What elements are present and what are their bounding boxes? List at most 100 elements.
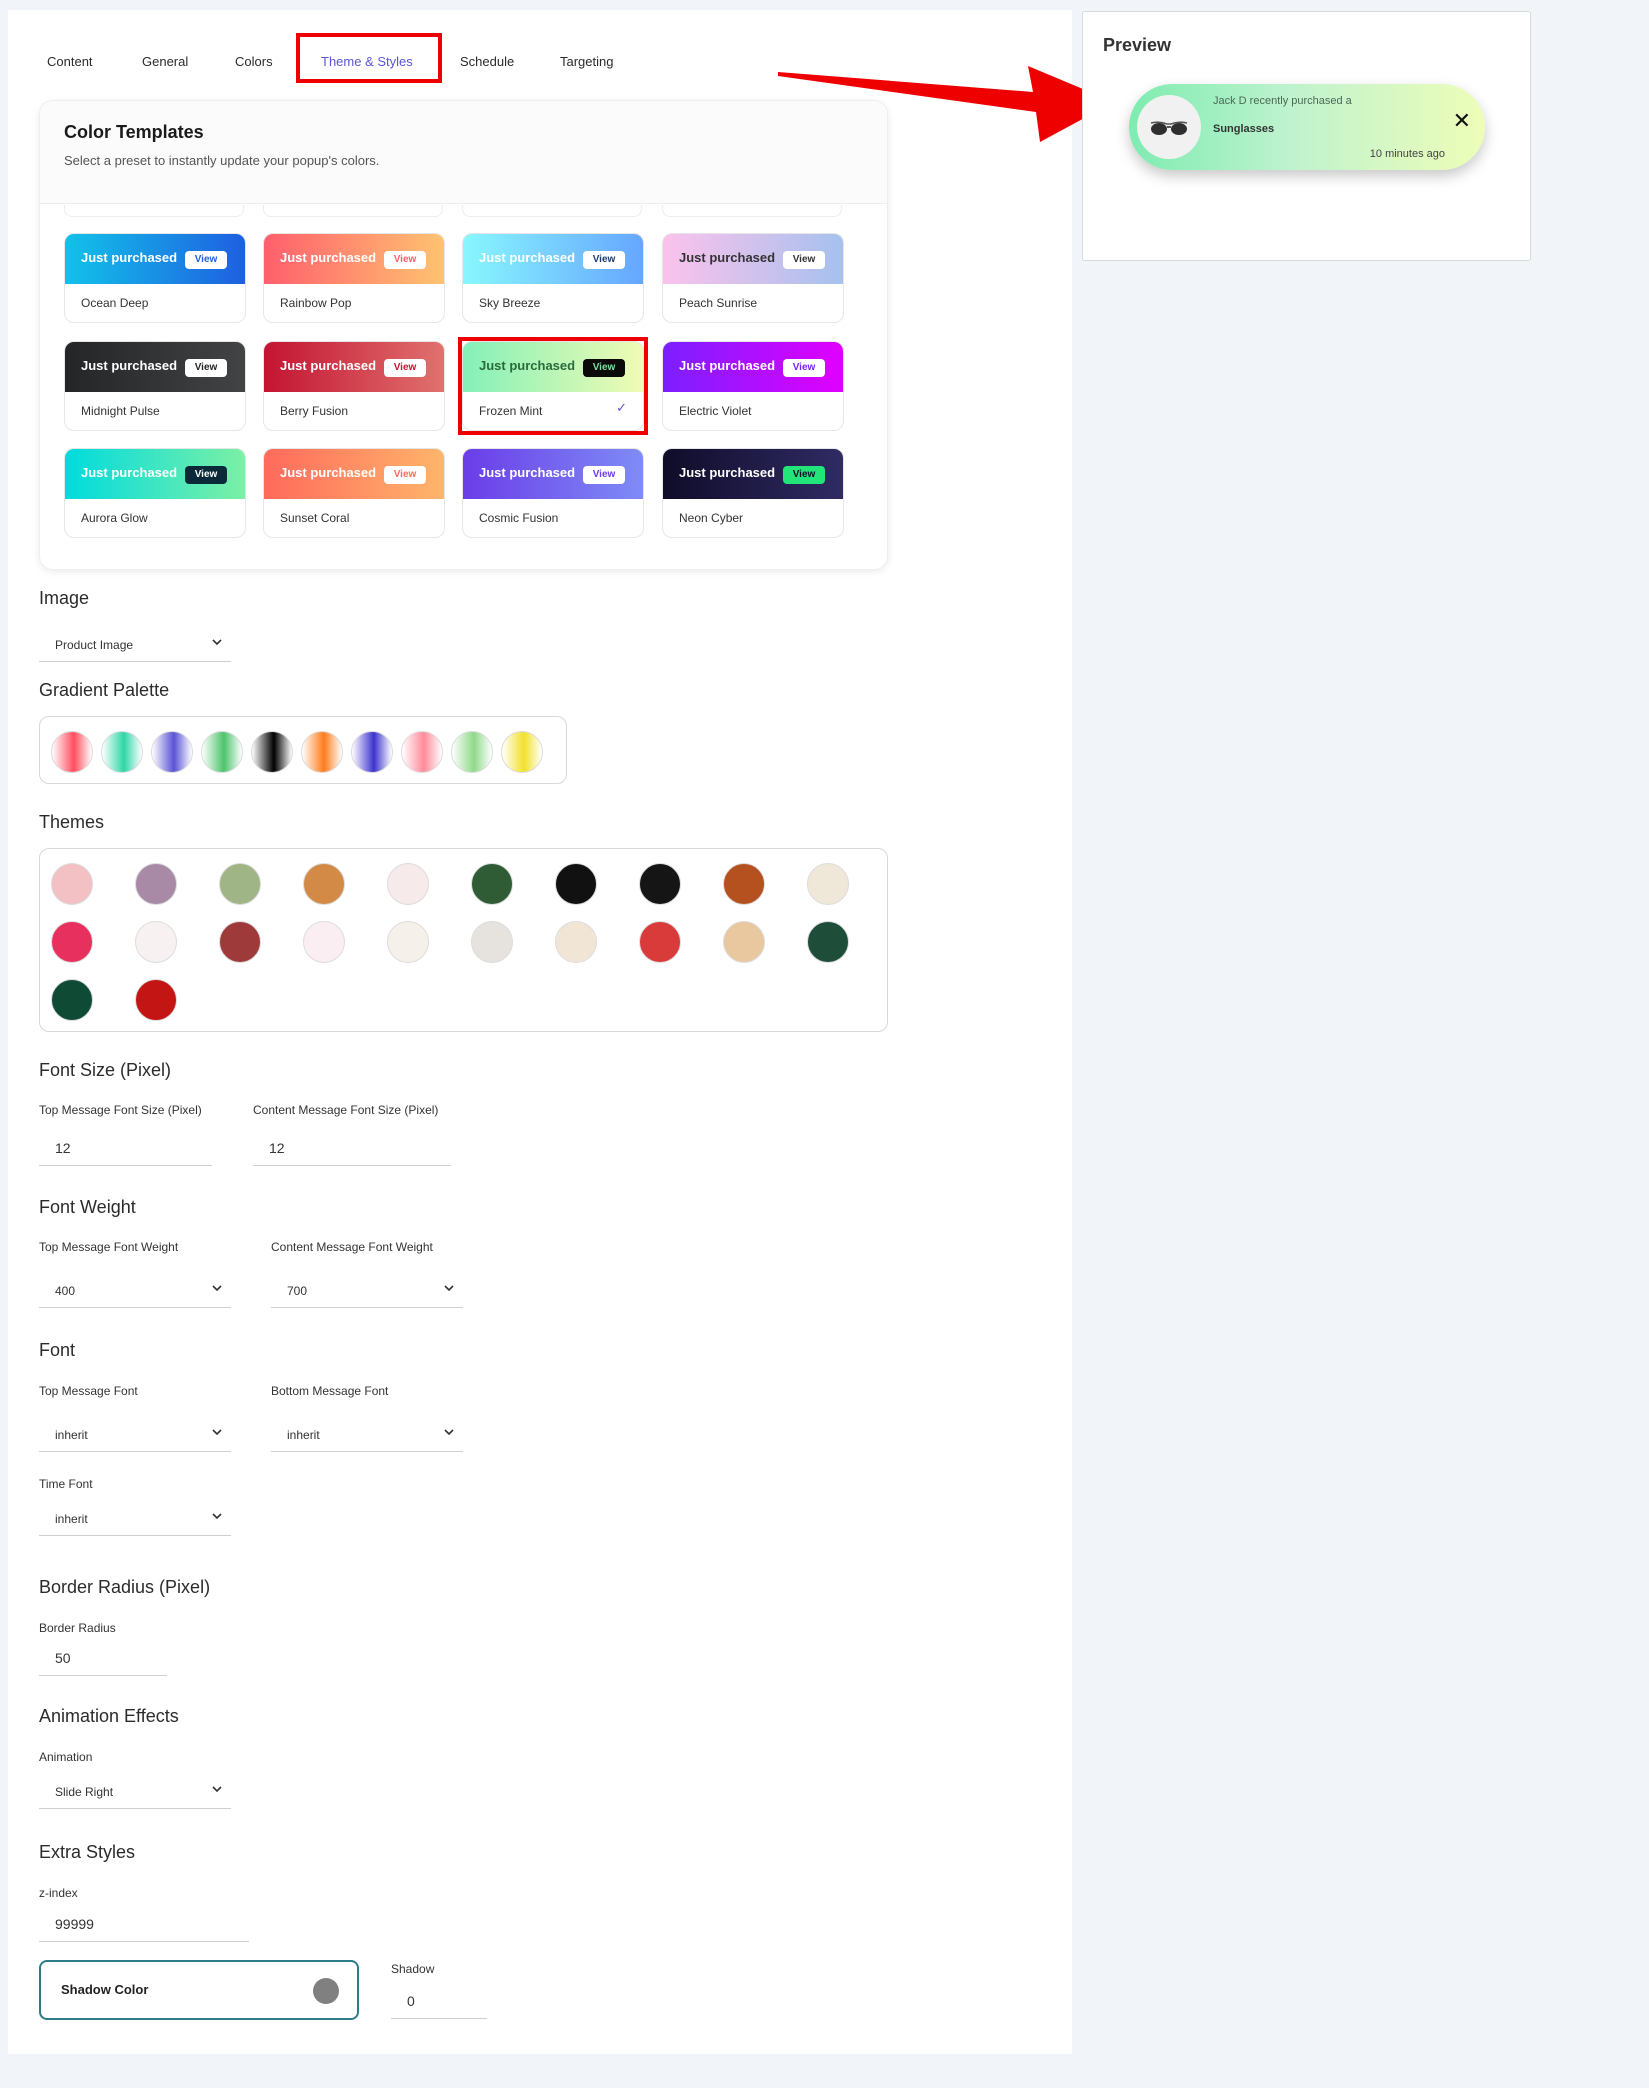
z-index-label: z-index (39, 1886, 78, 1900)
tab-targeting[interactable]: Targeting (560, 54, 613, 69)
plain-red-icon[interactable] (135, 979, 177, 1021)
top-font-size-label: Top Message Font Size (Pixel) (39, 1103, 202, 1117)
template-tile[interactable]: Just purchased View Midnight Pulse (64, 341, 246, 431)
template-tile[interactable]: Just purchased View Neon Cyber (662, 448, 844, 538)
template-view-badge: View (185, 359, 227, 377)
gradient-swatch[interactable] (351, 731, 393, 773)
plain-sage-icon[interactable] (219, 863, 261, 905)
z-index-input[interactable]: 99999 (39, 1906, 249, 1942)
template-view-badge: View (384, 466, 426, 484)
sunglasses-icon (1150, 121, 1188, 135)
animation-select[interactable]: Slide Right (39, 1777, 231, 1809)
content-font-weight-label: Content Message Font Weight (271, 1240, 433, 1254)
template-name: Midnight Pulse (81, 404, 160, 418)
plain-dark-green-icon[interactable] (51, 979, 93, 1021)
popup-time: 10 minutes ago (1369, 148, 1445, 160)
template-tile[interactable]: Just purchased View Sky Breeze (462, 233, 644, 323)
tab-general[interactable]: General (142, 54, 188, 69)
plain-orange-icon[interactable] (303, 863, 345, 905)
top-font-size-value: 12 (55, 1140, 71, 1156)
ornament-red-icon[interactable] (639, 921, 681, 963)
template-name: Berry Fusion (280, 404, 349, 418)
border-radius-input[interactable]: 50 (39, 1640, 167, 1676)
template-name: Peach Sunrise (679, 296, 758, 310)
gradient-palette-heading: Gradient Palette (39, 680, 170, 700)
tab-colors[interactable]: Colors (235, 54, 273, 69)
ghost-icon[interactable] (807, 863, 849, 905)
pattern-pink-icon[interactable] (51, 863, 93, 905)
selected-template-highlight (458, 337, 648, 435)
top-message-font-select[interactable]: inherit (39, 1420, 231, 1452)
geometric-black-icon[interactable] (555, 863, 597, 905)
template-tile[interactable]: Just purchased View Berry Fusion (263, 341, 445, 431)
popup-product-name: Sunglasses (1213, 123, 1275, 135)
tab-content[interactable]: Content (47, 54, 93, 69)
template-tile[interactable]: Just purchased View Sunset Coral (263, 448, 445, 538)
preview-panel: Preview Jack D recently purchased a Sung… (1082, 11, 1531, 261)
gradient-swatch[interactable] (301, 731, 343, 773)
percent-red-icon[interactable] (555, 921, 597, 963)
bottom-message-font-select[interactable]: inherit (271, 1420, 463, 1452)
close-icon[interactable]: ✕ (1453, 110, 1471, 132)
gradient-swatch[interactable] (101, 731, 143, 773)
template-band-text: Just purchased (679, 358, 776, 373)
pumpkin-icon[interactable] (723, 863, 765, 905)
shadow-label: Shadow (391, 1962, 435, 1976)
shadow-input[interactable]: 0 (391, 1983, 487, 2019)
border-radius-label: Border Radius (39, 1621, 116, 1635)
gradient-swatch[interactable] (51, 731, 93, 773)
shadow-color-picker[interactable]: Shadow Color (39, 1960, 359, 2020)
shadow-color-swatch[interactable] (313, 1978, 339, 2004)
gradient-swatch[interactable] (451, 731, 493, 773)
template-view-badge: View (783, 466, 825, 484)
gradient-swatch[interactable] (401, 731, 443, 773)
settings-panel: Content General Colors Theme & Styles Sc… (8, 10, 1072, 2054)
snowflake-white-icon[interactable] (135, 921, 177, 963)
tab-schedule[interactable]: Schedule (460, 54, 514, 69)
sale-stamp-icon[interactable] (387, 863, 429, 905)
template-tile[interactable]: Just purchased View Ocean Deep (64, 233, 246, 323)
extra-styles-heading: Extra Styles (39, 1842, 136, 1862)
color-templates-card: Color Templates Select a preset to insta… (39, 100, 888, 570)
template-band-text: Just purchased (280, 358, 377, 373)
popup-top-message: Jack D recently purchased a (1213, 95, 1352, 107)
chevron-down-icon (444, 1429, 454, 1436)
gradient-swatch[interactable] (201, 731, 243, 773)
dollar-green-icon[interactable] (471, 863, 513, 905)
percent-bag-icon[interactable] (303, 921, 345, 963)
top-font-weight-select[interactable]: 400 (39, 1276, 231, 1308)
content-font-size-label: Content Message Font Size (Pixel) (253, 1103, 439, 1117)
percent-gray-icon[interactable] (471, 921, 513, 963)
snowflake-red-icon[interactable] (219, 921, 261, 963)
template-tile[interactable]: Just purchased View Rainbow Pop (263, 233, 445, 323)
template-name: Neon Cyber (679, 511, 744, 525)
template-view-badge: View (185, 466, 227, 484)
gradient-swatch[interactable] (151, 731, 193, 773)
content-font-size-input[interactable]: 12 (253, 1130, 451, 1166)
snowman-icon[interactable] (807, 921, 849, 963)
plain-mauve-icon[interactable] (135, 863, 177, 905)
christmas-tree-icon[interactable] (723, 921, 765, 963)
color-templates-title: Color Templates (64, 122, 204, 142)
gradient-swatch[interactable] (501, 731, 543, 773)
z-index-value: 99999 (55, 1916, 94, 1932)
time-font-select[interactable]: inherit (39, 1504, 231, 1536)
template-band-text: Just purchased (81, 250, 178, 265)
gradient-swatch[interactable] (251, 731, 293, 773)
template-tile[interactable]: Just purchased View Peach Sunrise (662, 233, 844, 323)
template-band-text: Just purchased (280, 465, 377, 480)
hearts-icon[interactable] (51, 921, 93, 963)
template-tile[interactable]: Just purchased View Electric Violet (662, 341, 844, 431)
chevron-down-icon (444, 1285, 454, 1292)
top-font-size-input[interactable]: 12 (39, 1130, 212, 1166)
template-tile[interactable]: Just purchased View Aurora Glow (64, 448, 246, 538)
image-select[interactable]: Product Image (39, 630, 231, 662)
shopping-bag-icon[interactable] (387, 921, 429, 963)
chevron-down-icon (212, 1429, 222, 1436)
template-tile[interactable]: Just purchased View Cosmic Fusion (462, 448, 644, 538)
bottom-message-font-value: inherit (287, 1428, 320, 1442)
top-message-font-label: Top Message Font (39, 1384, 138, 1398)
cart-black-icon[interactable] (639, 863, 681, 905)
template-view-badge: View (185, 251, 227, 269)
content-font-weight-select[interactable]: 700 (271, 1276, 463, 1308)
